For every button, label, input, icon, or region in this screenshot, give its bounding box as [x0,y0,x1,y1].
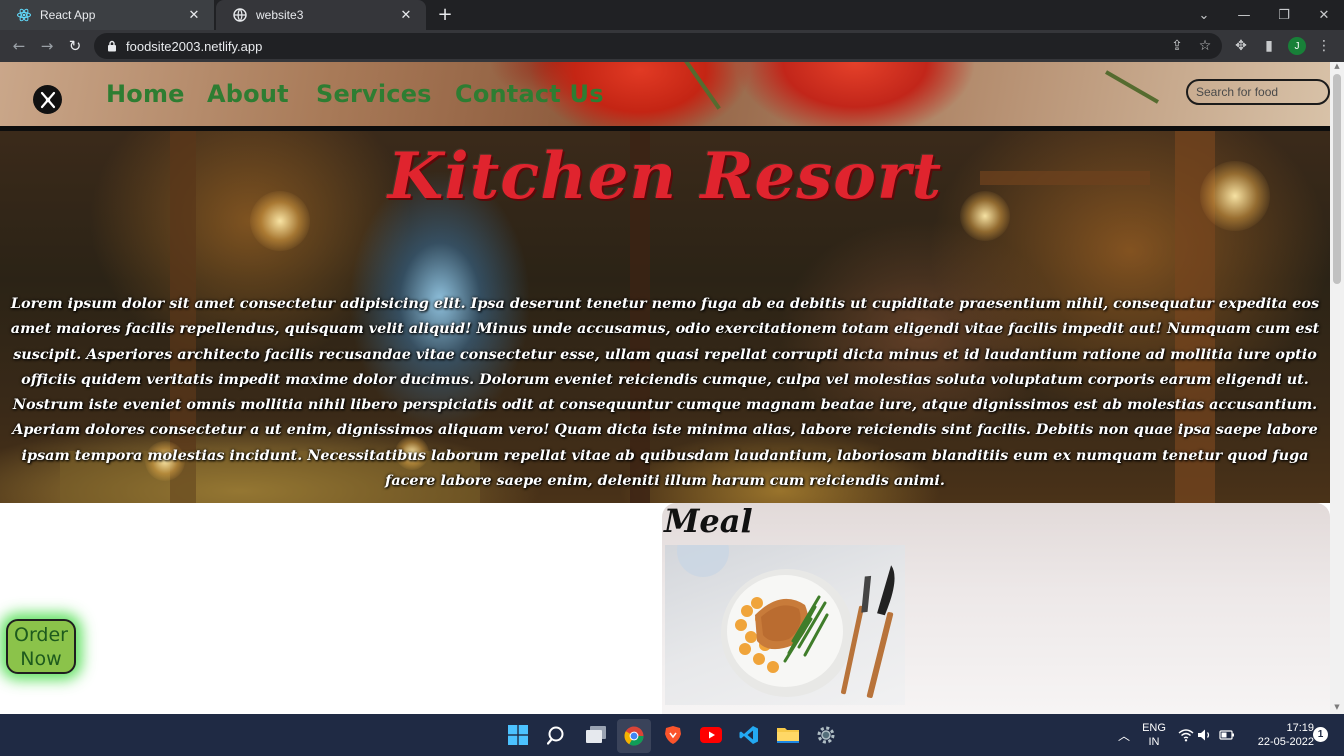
forward-icon[interactable]: → [37,36,57,56]
meal-heading: Meal [664,502,753,540]
file-explorer-icon[interactable] [776,723,800,747]
chrome-taskbar-icon[interactable] [617,719,651,753]
page-scrollbar[interactable]: ▲ ▼ [1330,62,1344,714]
wifi-icon[interactable] [1178,727,1194,743]
extensions-puzzle-icon[interactable]: ✥ [1231,36,1251,56]
new-tab-button[interactable]: + [434,4,456,26]
tab-react-app[interactable]: React App ✕ [0,0,214,30]
brave-browser-icon[interactable] [661,723,685,747]
browser-menu-icon[interactable]: ⋮ [1314,36,1334,56]
search-icon[interactable] [545,723,569,747]
order-now-button[interactable]: Order Now [6,619,76,674]
decor-stem [683,62,721,110]
tab-label: website3 [256,8,304,22]
nav-contact-link[interactable]: Contact Us [455,80,604,108]
scroll-up-arrow-icon[interactable]: ▲ [1333,62,1341,70]
nav-about-link[interactable]: About [207,80,289,108]
react-icon [16,7,32,23]
close-tab-icon[interactable]: ✕ [398,7,414,23]
tab-website3[interactable]: website3 ✕ [216,0,426,30]
globe-icon [232,7,248,23]
clock-date[interactable]: 22-05-2022 [1240,736,1314,748]
share-icon[interactable]: ⇪ [1166,33,1188,59]
youtube-icon[interactable] [699,723,723,747]
close-tab-icon[interactable]: ✕ [186,7,202,23]
nav-services-link[interactable]: Services [316,80,432,108]
page-viewport: Home About Services Contact Us Kitchen R… [0,62,1330,714]
minimize-button[interactable]: — [1224,0,1264,30]
windows-start-icon[interactable] [506,723,530,747]
show-hidden-icons-chevron-icon[interactable]: ︿ [1116,727,1132,743]
volume-icon[interactable] [1197,727,1213,743]
browser-tab-strip: React App ✕ website3 ✕ + ⌄ — ❐ ✕ [0,0,1344,30]
tab-search-chevron-icon[interactable]: ⌄ [1184,0,1224,30]
bookmark-star-icon[interactable]: ☆ [1194,33,1216,59]
battery-icon[interactable] [1219,727,1235,743]
language-indicator[interactable]: ENG [1138,722,1170,734]
restore-button[interactable]: ❐ [1264,0,1304,30]
fork-knife-logo-icon[interactable] [33,85,62,114]
clock-time[interactable]: 17:19 [1244,722,1314,734]
task-view-icon[interactable] [584,723,608,747]
url-text: foodsite2003.netlify.app [126,38,263,54]
language-region: IN [1148,736,1160,748]
lock-icon [108,40,116,52]
browser-toolbar: ← → ↻ foodsite2003.netlify.app ⇪ ☆ ✥ ▮ J… [0,30,1344,62]
scrollbar-thumb[interactable] [1333,74,1341,284]
profile-avatar[interactable]: J [1288,37,1306,55]
food-search-input[interactable] [1186,79,1330,105]
back-icon[interactable]: ← [9,36,29,56]
hero-section: Kitchen Resort Lorem ipsum dolor sit ame… [0,131,1330,503]
close-window-button[interactable]: ✕ [1304,0,1344,30]
decor-stem [1105,70,1159,104]
meal-photo [665,545,905,705]
tab-label: React App [40,8,96,22]
settings-gear-icon[interactable] [814,723,838,747]
vscode-icon[interactable] [737,723,761,747]
hero-description: Lorem ipsum dolor sit amet consectetur a… [10,295,1320,490]
site-navbar: Home About Services Contact Us [0,62,1330,128]
notification-badge[interactable]: 1 [1313,727,1328,742]
side-panel-icon[interactable]: ▮ [1259,36,1279,56]
address-bar[interactable]: foodsite2003.netlify.app ⇪ ☆ [94,33,1222,59]
hero-title: Kitchen Resort [387,139,943,214]
windows-taskbar: ︿ ENG IN 17:19 22-05-2022 1 [0,714,1344,756]
nav-home-link[interactable]: Home [106,80,185,108]
scroll-down-arrow-icon[interactable]: ▼ [1333,703,1341,711]
reload-icon[interactable]: ↻ [65,36,85,56]
